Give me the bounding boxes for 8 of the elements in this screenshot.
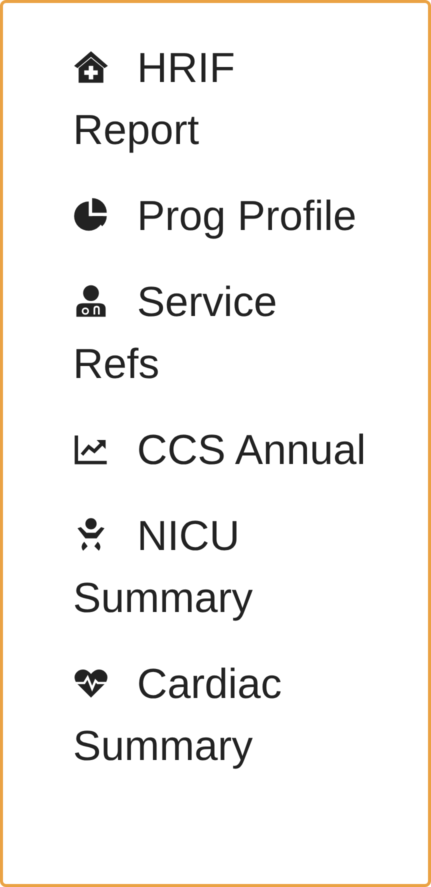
nav-link[interactable]: Prog Profile [73, 185, 371, 247]
house-medical-icon [73, 49, 109, 85]
nav-link[interactable]: CCS Annual [73, 419, 371, 481]
nav-link[interactable]: Service Refs [73, 271, 371, 395]
pie-chart-icon [73, 197, 109, 233]
nav-link[interactable]: Cardiac Summary [73, 653, 371, 777]
nav-link[interactable]: NICU Summary [73, 505, 371, 629]
nav-link[interactable]: HRIF Report [73, 37, 371, 161]
